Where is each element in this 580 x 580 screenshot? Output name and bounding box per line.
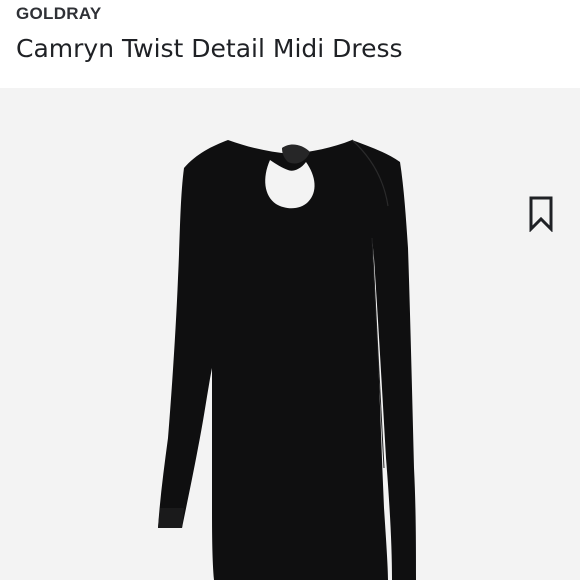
listing-page: GOLDRAY Camryn Twist Detail Midi Dress (0, 0, 580, 580)
product-header: GOLDRAY Camryn Twist Detail Midi Dress (0, 0, 580, 88)
sleeve-cuff (158, 508, 184, 528)
bookmark-icon[interactable] (528, 196, 554, 232)
product-title: Camryn Twist Detail Midi Dress (16, 34, 403, 63)
dress-photo (158, 139, 416, 580)
product-image[interactable] (0, 88, 580, 580)
brand-name[interactable]: GOLDRAY (16, 4, 102, 24)
